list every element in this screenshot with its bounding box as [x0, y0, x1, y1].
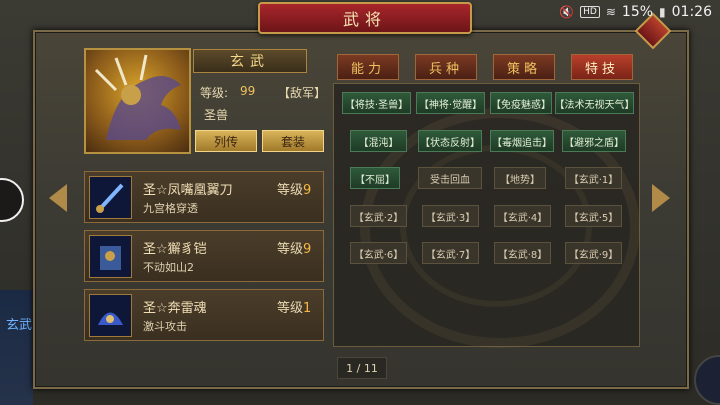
skill-chip[interactable]: 【毒烟追击】 [490, 130, 554, 152]
level-value: 99 [240, 84, 256, 98]
equipment-slot[interactable]: 圣☆凤嘴凰翼刀 等级9 九宫格穿透 [84, 171, 324, 223]
skill-chip[interactable]: 【玄武·7】 [422, 242, 479, 264]
equipment-level: 等级1 [277, 301, 312, 316]
tab-ability[interactable]: 能力 [337, 54, 399, 80]
equipment-slot[interactable]: 圣☆獬豸铠 等级9 不动如山2 [84, 230, 324, 282]
skill-chip[interactable]: 【玄武·2】 [350, 205, 407, 227]
equipment-desc: 激斗攻击 [143, 320, 187, 333]
tab-special-skill[interactable]: 特技 [571, 54, 633, 80]
general-portrait [84, 48, 191, 154]
equipment-desc: 不动如山2 [143, 261, 194, 274]
corner-menu-button[interactable] [694, 355, 720, 405]
hd-badge: HD [580, 6, 600, 18]
skill-chip[interactable]: 【免疫魅惑】 [490, 92, 552, 114]
tab-strategy[interactable]: 策略 [493, 54, 555, 80]
level-label: 等级: [200, 86, 229, 100]
soul-icon [89, 294, 132, 337]
skill-chip[interactable]: 【将技·圣兽】 [342, 92, 411, 114]
faction-label: 【敌军】 [278, 86, 327, 100]
equipment-level: 等级9 [277, 183, 312, 198]
skill-chip[interactable]: 【法术无视天气】 [555, 92, 635, 114]
battery-level: 15% [621, 4, 654, 20]
side-menu-button[interactable] [0, 178, 24, 222]
skill-chip[interactable]: 【不屈】 [350, 167, 400, 189]
general-type: 圣兽 [204, 108, 229, 122]
equipment-desc: 九宫格穿透 [143, 202, 198, 215]
skill-chip[interactable]: 【神将·觉醒】 [416, 92, 485, 114]
skill-chip[interactable]: 受击回血 [418, 167, 482, 189]
mute-icon: 🔇 [559, 5, 575, 19]
armor-icon [89, 235, 132, 278]
skill-chip[interactable]: 【玄武·1】 [565, 167, 622, 189]
window-title: 武将 [258, 2, 472, 34]
page-indicator: 1 / 11 [337, 357, 387, 379]
skill-chip[interactable]: 【玄武·5】 [565, 205, 622, 227]
skill-chip[interactable]: 【混沌】 [350, 130, 407, 152]
skill-chip[interactable]: 【玄武·6】 [350, 242, 407, 264]
blade-icon [89, 176, 132, 219]
equipment-slot[interactable]: 圣☆奔雷魂 等级1 激斗攻击 [84, 289, 324, 341]
battery-icon: ▮ [659, 5, 666, 19]
bio-button[interactable]: 列传 [195, 130, 257, 152]
skill-chip[interactable]: 【玄武·3】 [422, 205, 479, 227]
wifi-icon: ≋ [605, 5, 616, 19]
tab-troops[interactable]: 兵种 [415, 54, 477, 80]
skill-chip[interactable]: 【避邪之盾】 [562, 130, 626, 152]
background-map-strip: 玄武 [0, 290, 33, 405]
status-bar: 🔇 HD ≋ 15% ▮ 01:26 [559, 0, 720, 24]
equipment-name: 圣☆凤嘴凰翼刀 [143, 183, 233, 198]
skill-chip[interactable]: 【玄武·9】 [565, 242, 622, 264]
equipment-name: 圣☆獬豸铠 [143, 242, 207, 257]
skill-chip[interactable]: 【地势】 [494, 167, 546, 189]
equipment-name: 圣☆奔雷魂 [143, 301, 207, 316]
prev-arrow-icon[interactable] [49, 184, 67, 212]
side-label: 玄武 [6, 318, 33, 333]
equipment-level: 等级9 [277, 242, 312, 257]
skill-chip[interactable]: 【状态反射】 [418, 130, 482, 152]
next-arrow-icon[interactable] [652, 184, 670, 212]
skill-chip[interactable]: 【玄武·4】 [494, 205, 551, 227]
clock: 01:26 [671, 4, 712, 20]
set-button[interactable]: 套装 [262, 130, 324, 152]
general-name: 玄武 [193, 49, 307, 73]
dragon-portrait-icon [94, 54, 181, 140]
skill-chip[interactable]: 【玄武·8】 [494, 242, 551, 264]
